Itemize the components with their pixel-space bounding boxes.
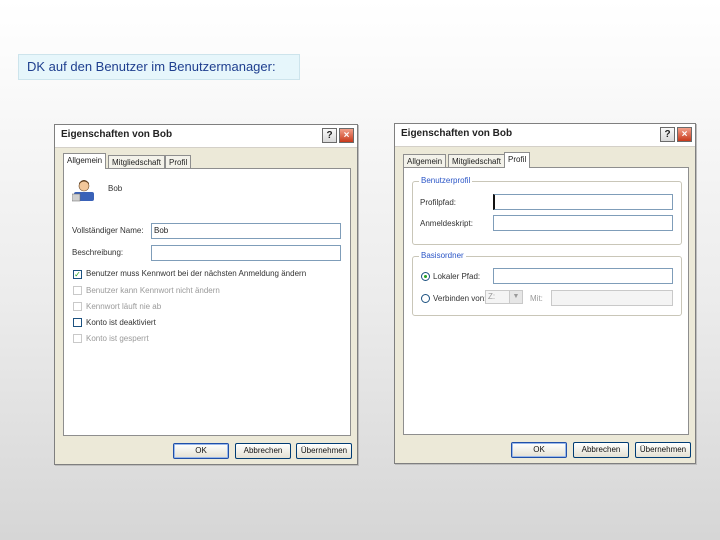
- tab-panel: Bob Vollständiger Name: Bob Beschreibung…: [63, 168, 351, 436]
- tab-profile[interactable]: Profil: [165, 155, 192, 169]
- dialog-titlebar[interactable]: Eigenschaften von Bob ? ×: [55, 125, 357, 148]
- help-button[interactable]: ?: [322, 128, 337, 143]
- slide-caption: DK auf den Benutzer im Benutzermanager:: [18, 54, 300, 80]
- properties-dialog-general: Eigenschaften von Bob ? × Allgemein Mitg…: [54, 124, 358, 465]
- user-profile-group: Benutzerprofil: [412, 176, 682, 245]
- connect-drive-label: Verbinden von:: [433, 294, 487, 303]
- fullname-label: Vollständiger Name:: [72, 226, 144, 235]
- drive-letter-value: Z:: [488, 292, 496, 301]
- cancel-button[interactable]: Abbrechen: [573, 442, 629, 458]
- tab-profile[interactable]: Profil: [504, 152, 531, 168]
- password-never-expires-label: Kennwort läuft nie ab: [86, 302, 162, 311]
- drive-letter-select[interactable]: Z: ▼: [485, 290, 523, 304]
- user-profile-group-label: Benutzerprofil: [419, 176, 473, 185]
- dialog-titlebar[interactable]: Eigenschaften von Bob ? ×: [395, 124, 695, 147]
- user-icon: [72, 180, 94, 202]
- help-button[interactable]: ?: [660, 127, 675, 142]
- profile-path-field[interactable]: [493, 194, 673, 210]
- dialog-title: Eigenschaften von Bob: [61, 129, 173, 140]
- close-button[interactable]: ×: [339, 128, 354, 143]
- tab-membership[interactable]: Mitgliedschaft: [448, 154, 505, 168]
- local-path-radio[interactable]: [421, 272, 430, 281]
- local-path-field[interactable]: [493, 268, 673, 284]
- dialog-title: Eigenschaften von Bob: [401, 128, 513, 139]
- logon-script-label: Anmeldeskript:: [420, 219, 473, 228]
- tab-panel: Benutzerprofil Profilpfad: Anmeldeskript…: [403, 167, 689, 435]
- apply-button[interactable]: Übernehmen: [296, 443, 352, 459]
- must-change-password-checkbox[interactable]: ✓: [73, 270, 82, 279]
- account-locked-checkbox[interactable]: [73, 334, 82, 343]
- home-folder-group-label: Basisordner: [419, 251, 466, 260]
- ok-button[interactable]: OK: [511, 442, 567, 458]
- ok-button[interactable]: OK: [173, 443, 229, 459]
- fullname-field[interactable]: Bob: [151, 223, 341, 239]
- tab-general[interactable]: Allgemein: [63, 153, 107, 169]
- connect-drive-radio[interactable]: [421, 294, 430, 303]
- account-locked-label: Konto ist gesperrt: [86, 334, 149, 343]
- account-disabled-checkbox[interactable]: [73, 318, 82, 327]
- with-label: Mit:: [530, 294, 543, 303]
- password-never-expires-checkbox[interactable]: [73, 302, 82, 311]
- tab-general[interactable]: Allgemein: [403, 154, 447, 168]
- cannot-change-password-checkbox[interactable]: [73, 286, 82, 295]
- profile-path-label: Profilpfad:: [420, 198, 457, 207]
- cancel-button[interactable]: Abbrechen: [235, 443, 291, 459]
- cannot-change-password-label: Benutzer kann Kennwort nicht ändern: [86, 286, 220, 295]
- chevron-down-icon: ▼: [509, 291, 522, 303]
- close-button[interactable]: ×: [677, 127, 692, 142]
- user-name-label: Bob: [108, 184, 123, 193]
- apply-button[interactable]: Übernehmen: [635, 442, 691, 458]
- properties-dialog-profile: Eigenschaften von Bob ? × Allgemein Mitg…: [394, 123, 696, 464]
- home-folder-group: Basisordner: [412, 251, 682, 316]
- tab-membership[interactable]: Mitgliedschaft: [108, 155, 165, 169]
- connect-to-field[interactable]: [551, 290, 673, 306]
- account-disabled-label: Konto ist deaktiviert: [86, 318, 156, 327]
- description-label: Beschreibung:: [72, 248, 124, 257]
- description-field[interactable]: [151, 245, 341, 261]
- must-change-password-label: Benutzer muss Kennwort bei der nächsten …: [86, 269, 307, 278]
- logon-script-field[interactable]: [493, 215, 673, 231]
- local-path-label: Lokaler Pfad:: [433, 272, 481, 281]
